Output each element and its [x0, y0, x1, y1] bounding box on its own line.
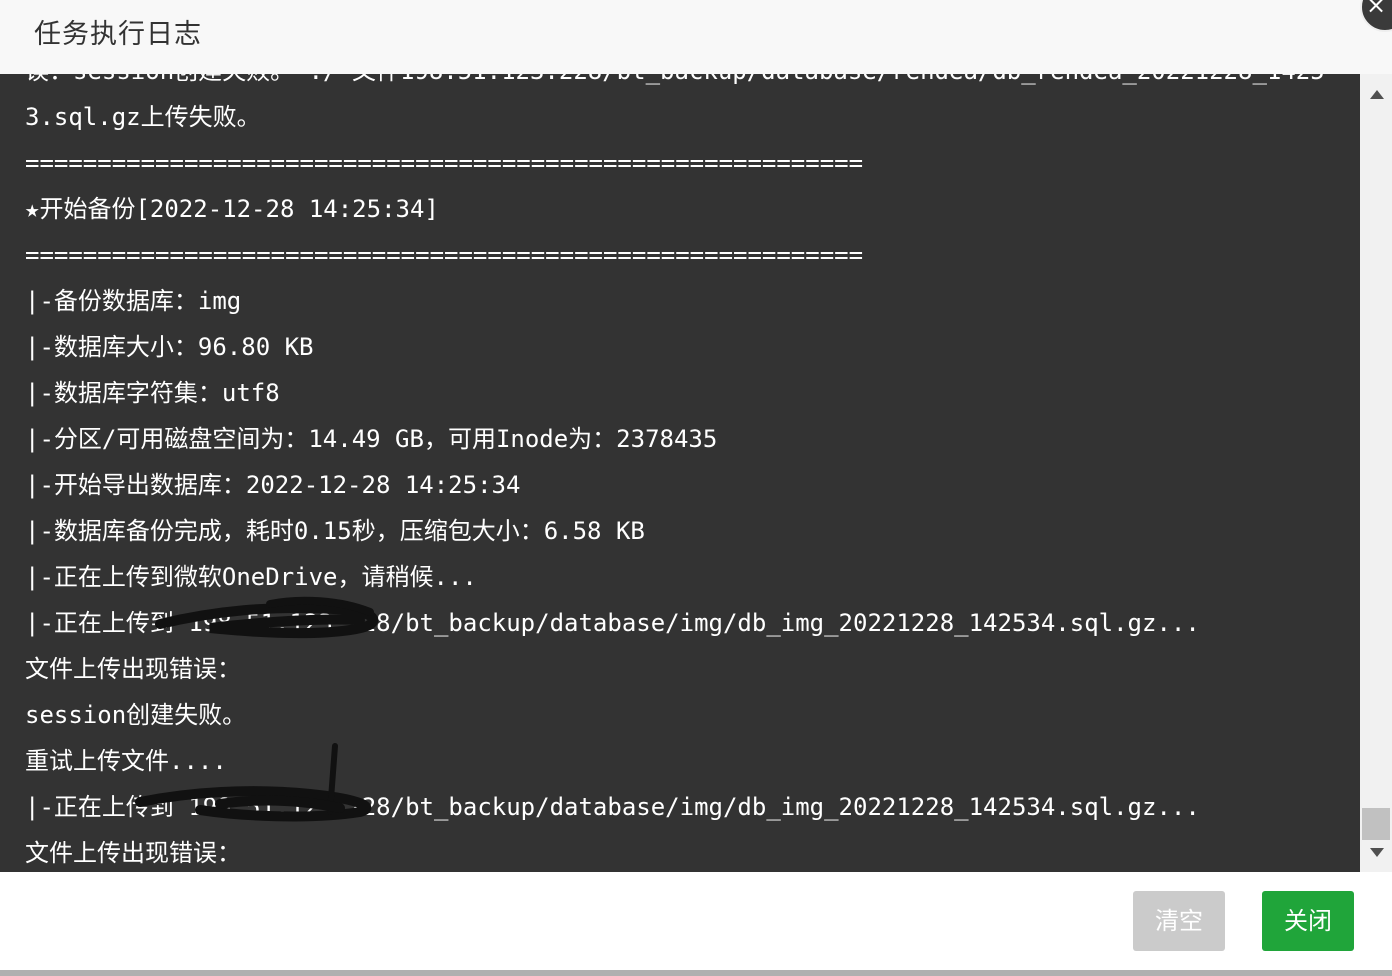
- close-button[interactable]: 关闭: [1262, 891, 1354, 951]
- log-line: 3.sql.gz上传失败。: [25, 103, 261, 131]
- bottom-border: [0, 970, 1392, 976]
- scroll-up-arrow-icon[interactable]: [1360, 74, 1392, 114]
- scroll-down-arrow-icon[interactable]: [1360, 832, 1392, 872]
- log-line: ★开始备份[2022-12-28 14:25:34]: [25, 195, 439, 223]
- log-line: ========================================…: [25, 241, 864, 269]
- log-scrollbar[interactable]: [1360, 74, 1392, 872]
- dialog-title: 任务执行日志: [34, 19, 202, 50]
- close-icon-glyph: ×: [1366, 0, 1387, 19]
- dialog-header: 任务执行日志: [0, 0, 1392, 75]
- log-line: 文件上传出现错误：: [25, 839, 241, 867]
- log-line: |-数据库字符集：utf8: [25, 379, 280, 407]
- redaction-scribble-1: [155, 596, 379, 639]
- log-line: |-分区/可用磁盘空间为：14.49 GB，可用Inode为：2378435: [25, 425, 718, 453]
- log-line: 误：session创建失败。 :/ 文件198.51.123.228/bt_ba…: [25, 74, 1325, 94]
- log-line: |-备份数据库：img: [25, 287, 242, 315]
- log-panel: 误：session创建失败。 :/ 文件198.51.123.228/bt_ba…: [0, 74, 1360, 872]
- log-line: 文件上传出现错误：: [25, 655, 241, 683]
- clear-button[interactable]: 清空: [1133, 891, 1225, 951]
- redaction-scribble-2: [135, 743, 372, 822]
- dialog-footer: 清空 关闭: [0, 872, 1392, 976]
- task-log-dialog: 任务执行日志 × 误：session创建失败。 :/ 文件198.51.123.…: [0, 0, 1392, 976]
- log-line: session创建失败。: [25, 701, 247, 729]
- log-line: |-数据库备份完成，耗时0.15秒，压缩包大小：6.58 KB: [25, 517, 645, 545]
- log-line: ========================================…: [25, 149, 864, 177]
- log-line: |-数据库大小：96.80 KB: [25, 333, 314, 361]
- log-line: |-开始导出数据库：2022-12-28 14:25:34: [25, 471, 521, 499]
